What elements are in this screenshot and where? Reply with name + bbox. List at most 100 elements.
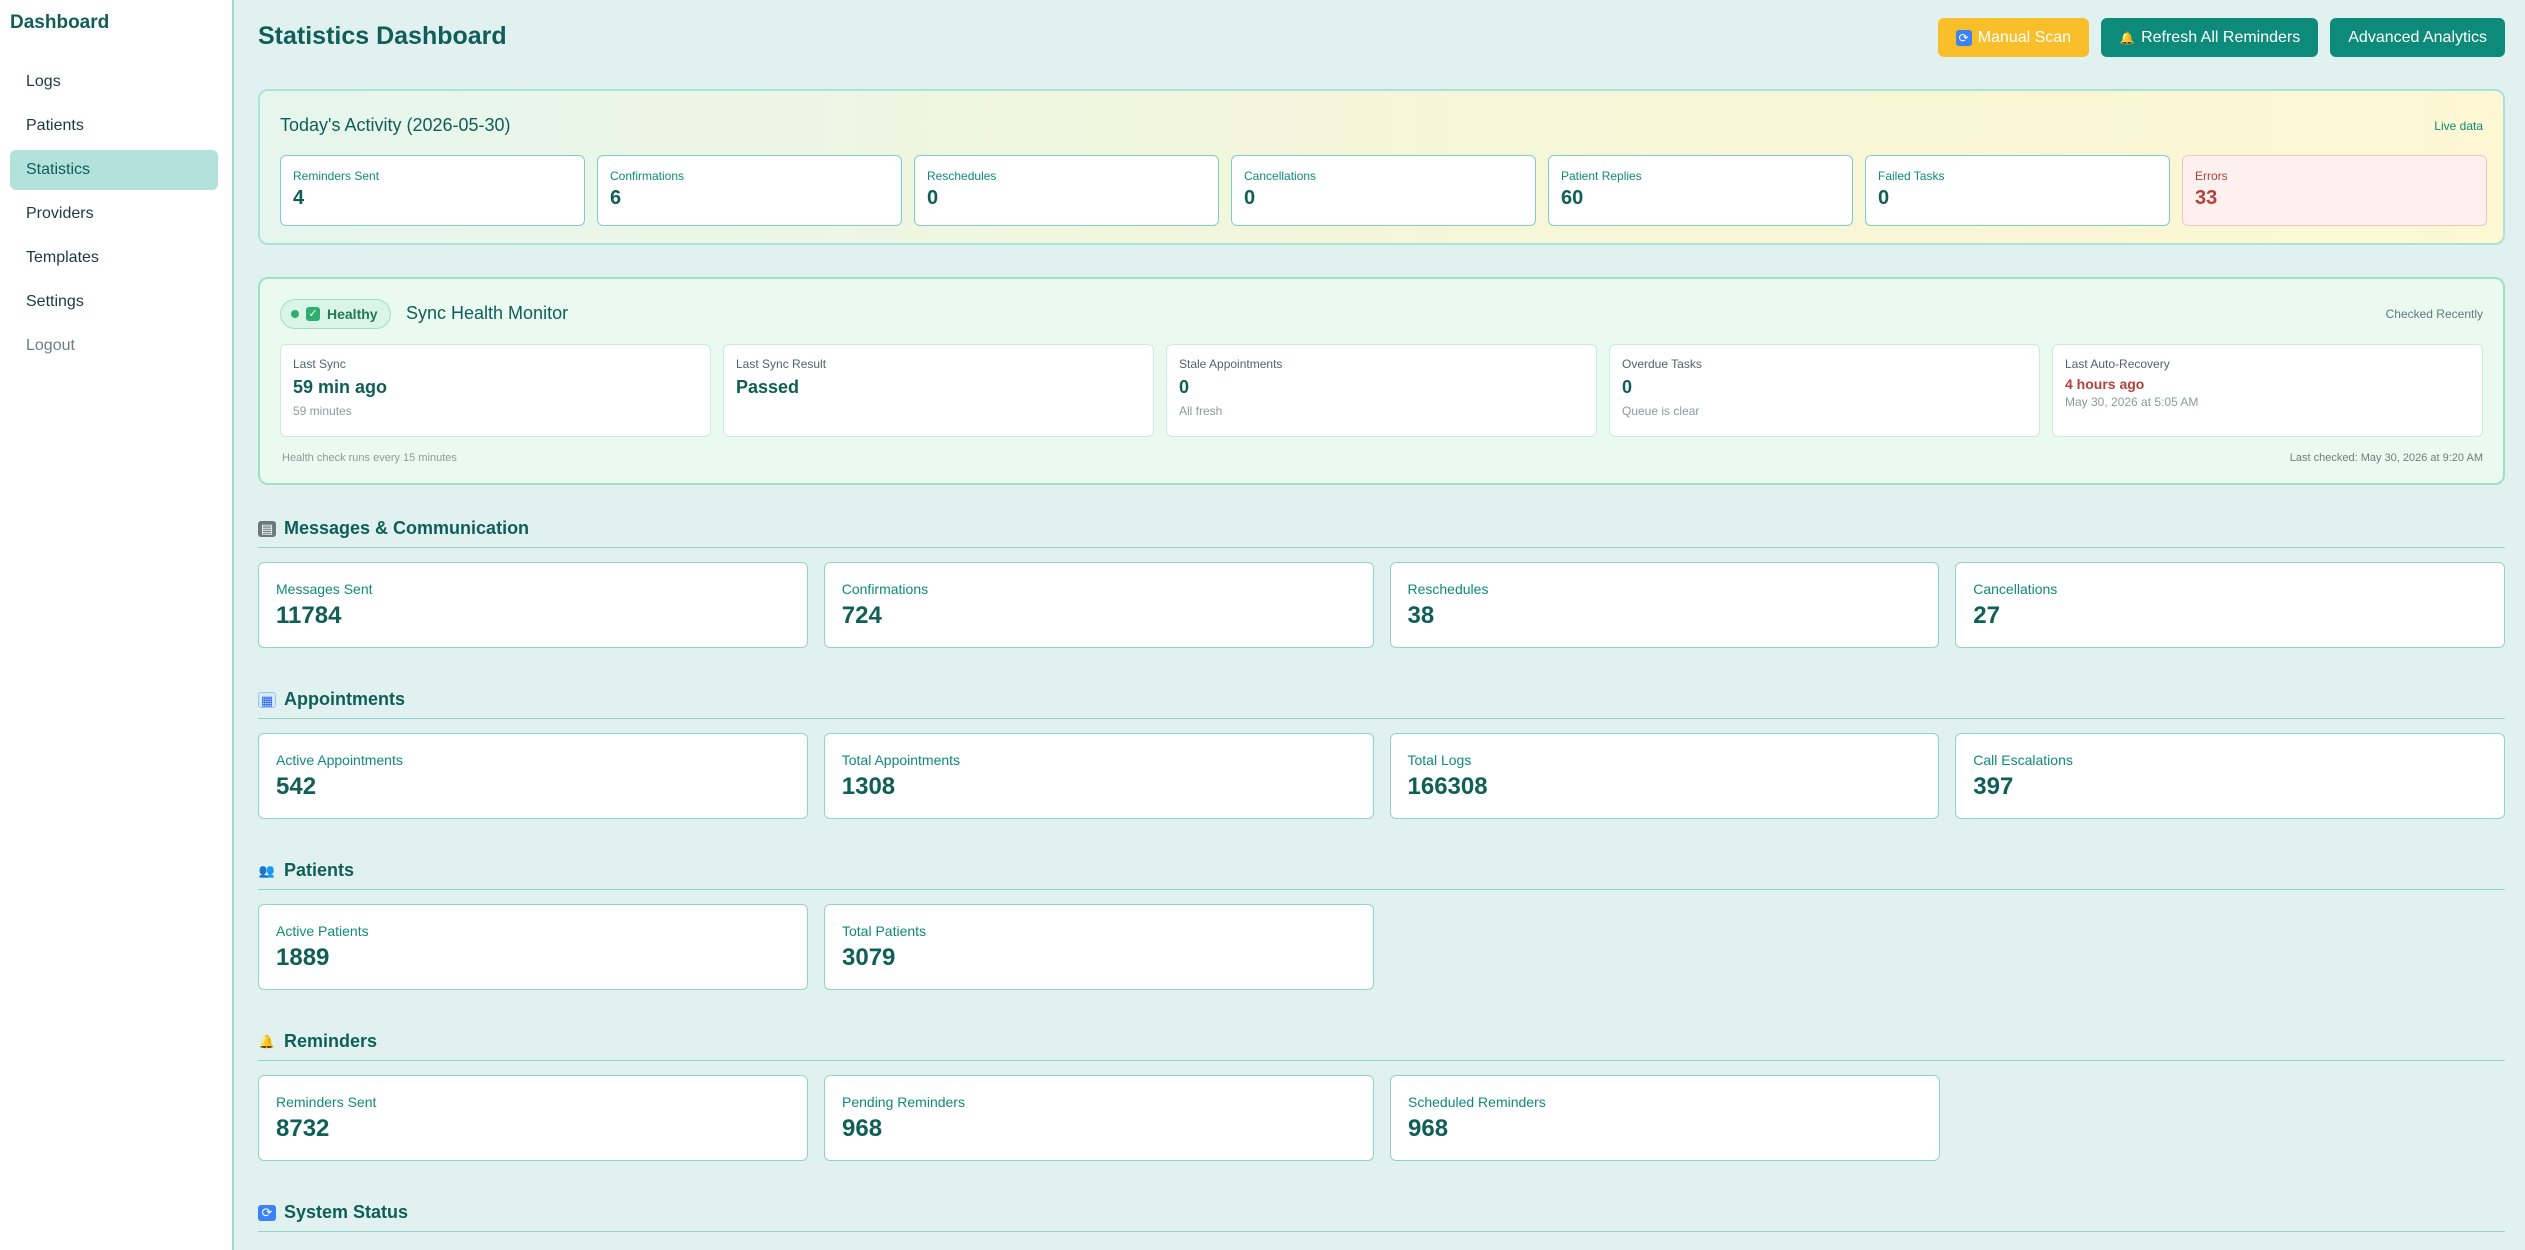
stat-label: Messages Sent: [276, 581, 373, 597]
stat-card-total-patients: Total Patients 3079: [824, 904, 1374, 990]
section-patients: 👥 Patients Active Patients 1889 Total Pa…: [258, 860, 2505, 990]
health-value: 4 hours ago: [2065, 376, 2145, 392]
advanced-analytics-button[interactable]: Advanced Analytics: [2330, 18, 2505, 57]
sync-health-title: Sync Health Monitor: [406, 303, 569, 323]
activity-value: 6: [610, 187, 622, 209]
activity-label: Errors: [2195, 169, 2228, 183]
status-dot-icon: [291, 310, 299, 318]
sidebar-brand[interactable]: Dashboard: [10, 12, 109, 34]
stat-card-active-patients: Active Patients 1889: [258, 904, 808, 990]
section-header: 👥 Patients: [258, 860, 2505, 890]
manual-scan-button[interactable]: ⟳ Manual Scan: [1937, 18, 2090, 57]
activity-value: 33: [2195, 187, 2218, 209]
section-appointments: ▦ Appointments Active Appointments 542 T…: [258, 689, 2505, 819]
section-title: Patients: [284, 860, 355, 880]
page-title: Statistics Dashboard: [258, 22, 507, 50]
refresh-icon: ⟳: [1955, 29, 1972, 46]
todays-activity-cards: Reminders Sent 4 Confirmations 6 Resched…: [280, 155, 2487, 226]
refresh-reminders-button[interactable]: 🔔 Refresh All Reminders: [2101, 18, 2319, 57]
health-value: Passed: [736, 377, 800, 397]
stat-value: 968: [1408, 1115, 1449, 1142]
section-cards: Active Patients 1889 Total Patients 3079: [258, 904, 2505, 990]
health-value: 0: [1622, 377, 1633, 397]
activity-label: Reschedules: [927, 169, 997, 183]
stat-value: 166308: [1407, 773, 1488, 800]
message-icon: ▤: [258, 520, 276, 537]
people-icon: 👥: [258, 862, 276, 878]
sidebar: Dashboard Logs Patients Statistics Provi…: [0, 0, 234, 1250]
stat-label: Active Patients: [276, 923, 369, 939]
health-card-last-sync: Last Sync 59 min ago 59 minutes: [280, 344, 711, 437]
stat-value: 542: [276, 773, 317, 800]
sidebar-item-settings[interactable]: Settings: [10, 282, 218, 322]
last-checked-timestamp: Last checked: May 30, 2026 at 9:20 AM: [2289, 452, 2483, 464]
manual-scan-label: Manual Scan: [1977, 28, 2072, 46]
health-label: Stale Appointments: [1179, 357, 1283, 371]
todays-activity-title: Today's Activity (2026-05-30): [280, 115, 511, 135]
sync-health-cards: Last Sync 59 min ago 59 minutes Last Syn…: [280, 344, 2483, 437]
health-card-overdue-tasks: Overdue Tasks 0 Queue is clear: [1609, 344, 2040, 437]
stat-label: Cancellations: [1973, 581, 2058, 597]
stat-label: Reschedules: [1407, 581, 1489, 597]
activity-value: 0: [927, 187, 939, 209]
stat-value: 11784: [276, 602, 342, 629]
stat-card-active-appointments: Active Appointments 542: [258, 733, 808, 819]
stat-value: 27: [1973, 602, 2000, 629]
stat-card-reschedules: Reschedules 38: [1389, 562, 1940, 648]
stat-label: Total Patients: [842, 923, 927, 939]
activity-card-reminders-sent: Reminders Sent 4: [280, 155, 585, 226]
section-header: ▦ Appointments: [258, 689, 2505, 719]
stat-card-cancellations: Cancellations 27: [1955, 562, 2505, 648]
health-label: Last Sync: [293, 357, 346, 371]
sidebar-item-providers[interactable]: Providers: [10, 194, 218, 234]
stat-value: 8732: [276, 1115, 330, 1142]
health-card-stale-appointments: Stale Appointments 0 All fresh: [1166, 344, 1597, 437]
health-label: Last Sync Result: [736, 357, 827, 371]
activity-card-reschedules: Reschedules 0: [914, 155, 1219, 226]
health-label: Last Auto-Recovery: [2065, 357, 2170, 371]
activity-label: Reminders Sent: [293, 169, 380, 183]
stat-card-call-escalations: Call Escalations 397: [1955, 733, 2505, 819]
stat-label: Call Escalations: [1973, 752, 2073, 768]
section-title: System Status: [284, 1202, 409, 1222]
stat-value: 724: [841, 602, 882, 629]
stat-label: Total Appointments: [841, 752, 961, 768]
stat-label: Active Appointments: [276, 752, 403, 768]
sidebar-item-logout[interactable]: Logout: [10, 326, 218, 366]
activity-label: Confirmations: [610, 169, 685, 183]
advanced-analytics-label: Advanced Analytics: [2348, 28, 2487, 46]
stat-value: 1889: [276, 944, 330, 971]
sidebar-item-logs[interactable]: Logs: [10, 62, 218, 102]
stat-label: Total Logs: [1407, 752, 1472, 768]
activity-value: 0: [1878, 187, 1890, 209]
activity-card-errors: Errors 33: [2182, 155, 2487, 226]
section-header: ▤ Messages & Communication: [258, 518, 2505, 548]
refresh-reminders-label: Refresh All Reminders: [2141, 28, 2301, 46]
bell-icon: 🔔: [258, 1033, 276, 1049]
stat-label: Scheduled Reminders: [1408, 1094, 1546, 1110]
activity-card-failed-tasks: Failed Tasks 0: [1865, 155, 2170, 226]
sidebar-item-statistics[interactable]: Statistics: [10, 150, 218, 190]
stat-card-total-appointments: Total Appointments 1308: [823, 733, 1374, 819]
stat-card-confirmations: Confirmations 724: [823, 562, 1374, 648]
health-subtext: 59 minutes: [293, 404, 352, 418]
section-cards: Active Appointments 542 Total Appointmen…: [258, 733, 2505, 819]
activity-value: 60: [1561, 187, 1584, 209]
stat-label: Pending Reminders: [842, 1094, 965, 1110]
stat-value: 968: [842, 1115, 883, 1142]
todays-activity-panel: Today's Activity (2026-05-30) Live data …: [258, 89, 2505, 245]
health-label: Overdue Tasks: [1622, 357, 1702, 371]
toolbar: ⟳ Manual Scan 🔔 Refresh All Reminders Ad…: [1937, 18, 2505, 57]
activity-label: Patient Replies: [1561, 169, 1642, 183]
sidebar-item-templates[interactable]: Templates: [10, 238, 218, 278]
section-header: 🔔 Reminders: [258, 1031, 2505, 1061]
activity-value: 0: [1244, 187, 1256, 209]
activity-card-patient-replies: Patient Replies 60: [1548, 155, 1853, 226]
sidebar-item-patients[interactable]: Patients: [10, 106, 218, 146]
section-cards: Reminders Sent 8732 Pending Reminders 96…: [258, 1075, 2505, 1161]
live-data-badge: Live data: [2434, 119, 2483, 133]
refresh-icon: ⟳: [258, 1204, 276, 1221]
stat-label: Reminders Sent: [276, 1094, 377, 1110]
activity-label: Failed Tasks: [1878, 169, 1945, 183]
health-check-interval: Health check runs every 15 minutes: [282, 452, 457, 464]
